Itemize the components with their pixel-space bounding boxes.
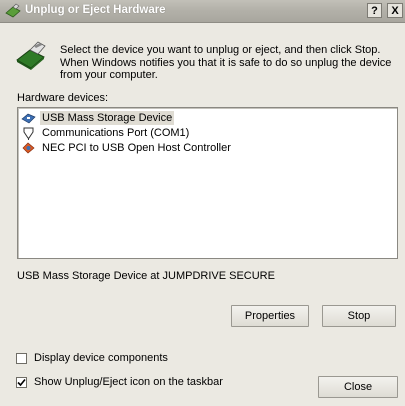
device-label: Communications Port (COM1): [42, 126, 190, 139]
stop-button[interactable]: Stop: [322, 305, 396, 327]
device-label: USB Mass Storage Device: [40, 110, 175, 125]
hardware-device-list[interactable]: USB Mass Storage Device Communications P…: [17, 107, 398, 259]
show-taskbar-icon-checkbox[interactable]: [16, 376, 27, 388]
display-components-label: Display device components: [34, 352, 168, 364]
hardware-devices-label: Hardware devices:: [17, 92, 109, 104]
show-taskbar-icon-option[interactable]: Show Unplug/Eject icon on the taskbar: [16, 376, 223, 388]
properties-button[interactable]: Properties: [231, 305, 309, 327]
display-components-option[interactable]: Display device components: [16, 352, 168, 364]
checkmark-icon: [17, 378, 26, 386]
list-item-usb-mass-storage[interactable]: USB Mass Storage Device: [21, 110, 175, 125]
unplug-hardware-icon: [16, 41, 46, 70]
com-port-icon: [23, 127, 34, 140]
instruction-text: Select the device you want to unplug or …: [60, 44, 392, 81]
device-status-text: USB Mass Storage Device at JUMPDRIVE SEC…: [17, 270, 275, 282]
title-bar[interactable]: Unplug or Eject Hardware ? X: [0, 0, 405, 23]
eject-hardware-icon: [5, 3, 21, 18]
device-label: NEC PCI to USB Open Host Controller: [42, 141, 231, 154]
usb-controller-icon: [22, 142, 35, 153]
show-taskbar-icon-label: Show Unplug/Eject icon on the taskbar: [34, 376, 223, 388]
close-button[interactable]: Close: [318, 376, 398, 398]
close-window-button[interactable]: X: [387, 3, 403, 18]
list-item-com-port[interactable]: Communications Port (COM1): [21, 125, 191, 140]
list-item-usb-host-controller[interactable]: NEC PCI to USB Open Host Controller: [21, 140, 233, 155]
help-button[interactable]: ?: [367, 3, 382, 18]
display-components-checkbox[interactable]: [16, 352, 27, 364]
usb-storage-icon: [21, 113, 36, 123]
window-title: Unplug or Eject Hardware: [25, 4, 166, 16]
